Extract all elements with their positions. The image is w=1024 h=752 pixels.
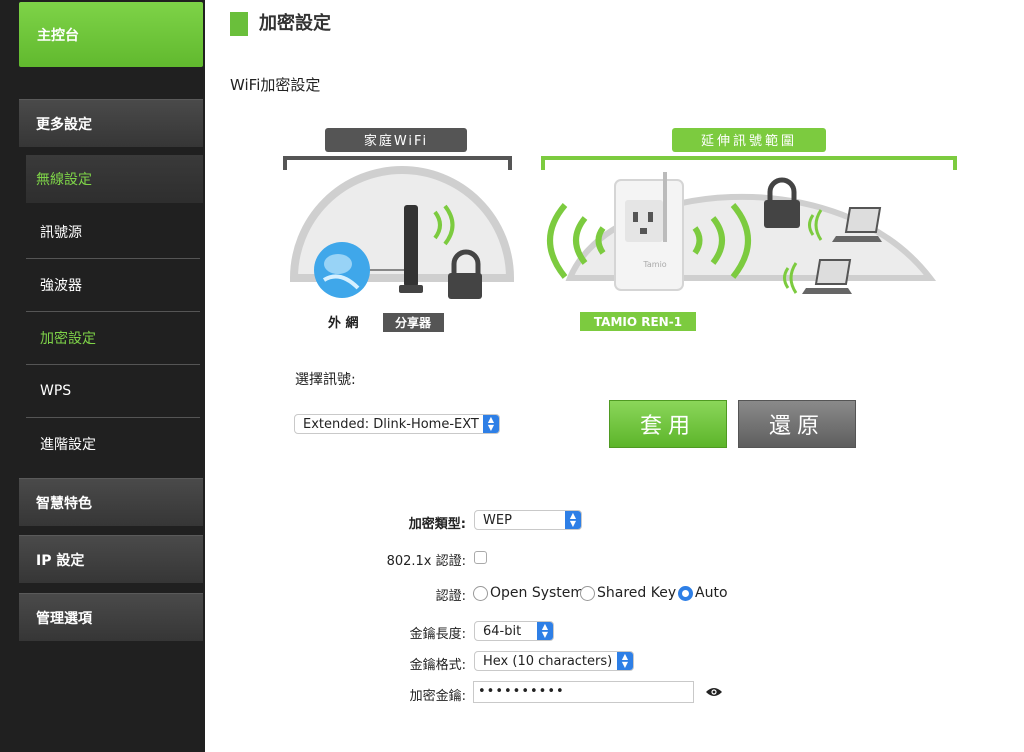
signal-select-label: 選擇訊號: — [295, 372, 356, 388]
sidebar-smart-features[interactable]: 智慧特色 — [19, 478, 203, 526]
chevron-updown-icon: ▲ ▼ — [565, 511, 581, 529]
restore-button[interactable]: 還原 — [738, 400, 856, 448]
dot1x-label: 802.1x 認證: — [386, 554, 466, 569]
device-model-label: TAMIO REN-1 — [594, 315, 682, 329]
eye-icon[interactable] — [705, 686, 723, 698]
sidebar-wireless-settings[interactable]: 無線設定 — [26, 155, 203, 203]
network-diagram: 家庭WiFi 延伸訊號範圍 外 網 分享器 Tamio TAMIO REN-1 — [283, 128, 957, 332]
sidebar-item-repeater[interactable]: 強波器 — [26, 258, 200, 312]
encryption-key-input[interactable]: •••••••••• — [473, 681, 694, 703]
key-length-value: 64-bit — [483, 623, 522, 639]
home-wifi-label: 家庭WiFi — [364, 133, 428, 149]
section-title: WiFi加密設定 — [230, 76, 321, 94]
extend-range-bracket: 延伸訊號範圍 — [541, 128, 957, 170]
key-format-select[interactable]: Hex (10 characters) ▲ ▼ — [474, 651, 634, 671]
internet-label: 外 網 — [327, 315, 359, 331]
sidebar-more-settings[interactable]: 更多設定 — [19, 99, 203, 147]
home-wifi-bracket: 家庭WiFi — [283, 128, 512, 170]
title-accent-bar — [230, 12, 248, 36]
key-format-label: 金鑰格式: — [409, 658, 466, 673]
encryption-key-label: 加密金鑰: — [409, 689, 466, 704]
sidebar-item-wps[interactable]: WPS — [26, 364, 200, 418]
chevron-updown-icon: ▲ ▼ — [537, 622, 553, 640]
auth-label: 認證: — [435, 589, 466, 604]
sidebar-ip-settings[interactable]: IP 設定 — [19, 535, 203, 583]
chevron-updown-icon: ▲ ▼ — [617, 652, 633, 670]
apply-button[interactable]: 套用 — [609, 400, 727, 448]
sidebar-item-advanced[interactable]: 進階設定 — [26, 417, 200, 471]
signal-select-value: Extended: Dlink-Home-EXT — [303, 416, 479, 432]
sidebar-item-encryption[interactable]: 加密設定 — [26, 311, 200, 365]
auth-option-shared-key[interactable]: Shared Key — [597, 585, 676, 601]
sidebar-item-signal-source[interactable]: 訊號源 — [26, 205, 200, 259]
extend-range-label: 延伸訊號範圍 — [701, 134, 797, 149]
sidebar-management[interactable]: 管理選項 — [19, 593, 203, 641]
key-length-select[interactable]: 64-bit ▲ ▼ — [474, 621, 554, 641]
device-brand-text: Tamio — [642, 260, 666, 269]
dot1x-checkbox[interactable] — [474, 551, 487, 564]
page-title: 加密設定 — [259, 13, 331, 34]
auth-radio-auto[interactable] — [678, 586, 693, 601]
encryption-type-label: 加密類型: — [408, 517, 466, 532]
sidebar: 主控台 更多設定 無線設定 訊號源 強波器 加密設定 WPS 進階設定 智慧特色… — [0, 0, 205, 752]
auth-radio-open-system[interactable] — [473, 586, 488, 601]
key-format-value: Hex (10 characters) — [483, 653, 613, 669]
encryption-type-value: WEP — [483, 512, 512, 528]
lock-icon-extended — [764, 177, 800, 228]
router-label: 分享器 — [395, 315, 432, 330]
key-length-label: 金鑰長度: — [409, 627, 466, 642]
encryption-type-select[interactable]: WEP ▲ ▼ — [474, 510, 582, 530]
chevron-updown-icon: ▲ ▼ — [483, 415, 499, 433]
auth-radio-shared-key[interactable] — [580, 586, 595, 601]
extender-device-icon: Tamio — [614, 172, 684, 291]
auth-option-auto[interactable]: Auto — [695, 585, 728, 601]
signal-select[interactable]: Extended: Dlink-Home-EXT ▲ ▼ — [294, 414, 500, 434]
auth-option-open-system[interactable]: Open System — [490, 585, 584, 601]
sidebar-home-button[interactable]: 主控台 — [19, 2, 203, 67]
